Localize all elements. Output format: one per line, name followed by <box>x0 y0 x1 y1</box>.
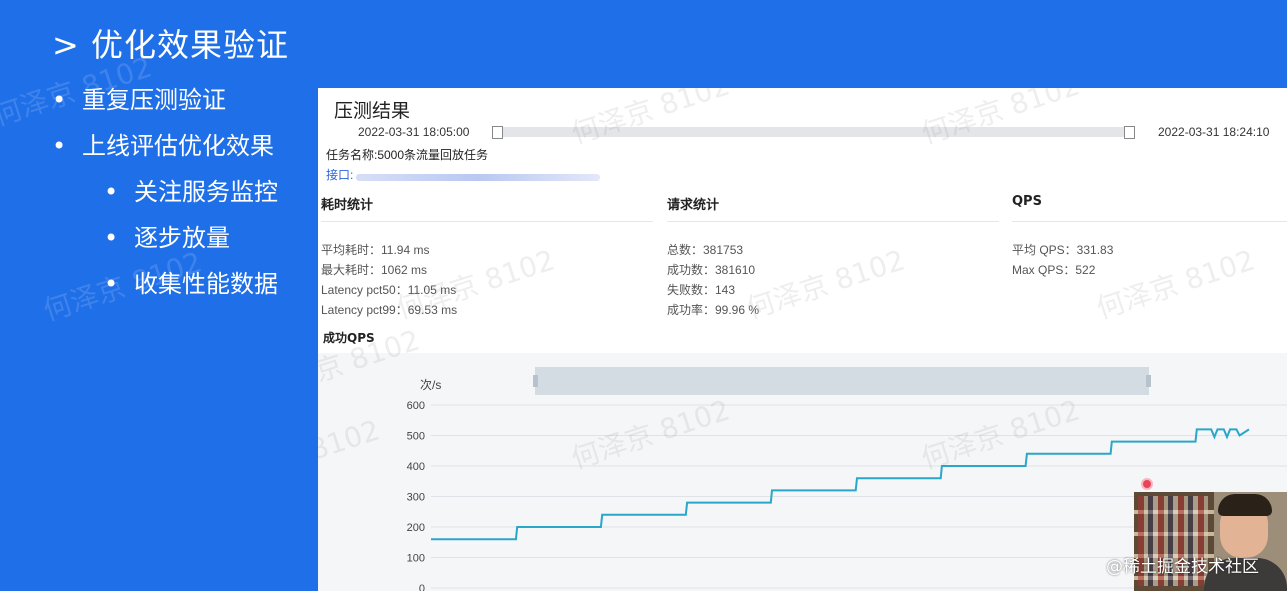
task-name: 任务名称:5000条流量回放任务 <box>326 148 489 162</box>
qps-stat-line: 平均 QPS：331.83 <box>1012 243 1114 257</box>
divider <box>667 221 999 222</box>
bullet-text: 上线评估优化效果 <box>82 132 274 160</box>
y-tick-label: 100 <box>407 553 425 565</box>
divider <box>321 221 653 222</box>
qps-stats-heading: QPS <box>1012 194 1042 209</box>
bullet-text: 关注服务监控 <box>134 178 278 206</box>
chart-zoom-window[interactable] <box>535 367 1149 395</box>
brand-watermark: @稀土掘金技术社区 <box>1106 557 1259 577</box>
bullet-dot-icon: • <box>104 178 119 206</box>
time-range-end-handle[interactable] <box>1124 126 1135 139</box>
time-range-end: 2022-03-31 18:24:10 <box>1158 125 1270 139</box>
watermark: 何泽京 8102 <box>1092 243 1259 326</box>
interface-link[interactable]: 接口: <box>326 166 353 183</box>
slide-title: > 优化效果验证 <box>52 26 289 64</box>
y-tick-label: 200 <box>407 522 425 534</box>
request-stat-line: 失败数：143 <box>667 283 736 297</box>
qps-series-line <box>431 428 1250 541</box>
y-tick-label: 400 <box>407 461 425 473</box>
request-stat-line: 成功数：381610 <box>667 263 756 277</box>
chart-zoom-slider[interactable] <box>533 367 1151 395</box>
y-axis-unit-label: 次/s <box>420 378 441 392</box>
bullet-item: • 上线评估优化效果 <box>52 128 278 174</box>
y-tick-label: 0 <box>419 583 425 591</box>
qps-stat-line: Max QPS：522 <box>1012 263 1096 277</box>
recording-indicator-icon <box>1141 478 1153 490</box>
watermark: 何泽京 8102 <box>742 243 909 326</box>
y-tick-label: 500 <box>407 431 425 443</box>
request-stat-line: 总数：381753 <box>667 243 744 257</box>
bullet-dot-icon: • <box>104 224 119 252</box>
interface-value-redacted <box>356 174 600 181</box>
request-stats-heading: 请求统计 <box>667 198 720 213</box>
latency-stats-heading: 耗时统计 <box>321 198 374 213</box>
chart-zoom-left-handle[interactable] <box>533 375 538 387</box>
bullet-dot-icon: • <box>52 132 67 160</box>
divider <box>1012 221 1287 222</box>
panel-title: 压测结果 <box>334 100 411 122</box>
latency-stat-line: 最大耗时：1062 ms <box>321 263 428 277</box>
y-tick-label: 600 <box>407 400 425 412</box>
time-range-start-handle[interactable] <box>492 126 503 139</box>
latency-stat-line: 平均耗时：11.94 ms <box>321 243 430 257</box>
y-tick-label: 300 <box>407 492 425 504</box>
bullet-item: • 关注服务监控 <box>52 174 278 220</box>
chart-zoom-right-handle[interactable] <box>1146 375 1151 387</box>
time-range-start: 2022-03-31 18:05:00 <box>358 125 470 139</box>
